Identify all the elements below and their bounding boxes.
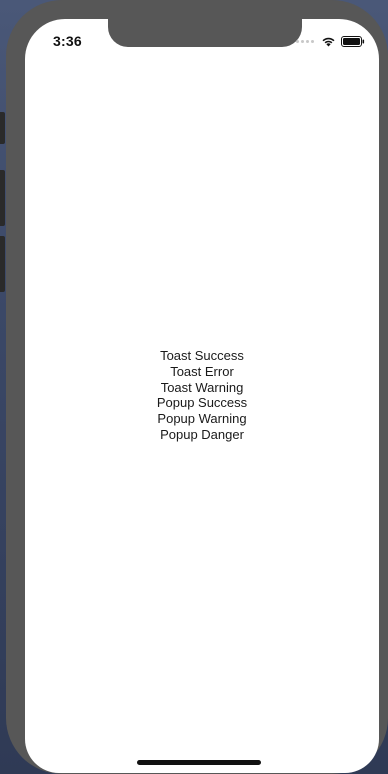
battery-icon <box>341 36 365 47</box>
action-menu: Toast Success Toast Error Toast Warning … <box>25 348 379 443</box>
popup-danger-button[interactable]: Popup Danger <box>25 427 379 443</box>
toast-success-button[interactable]: Toast Success <box>25 348 379 364</box>
app-screen: 3:36 Toast Success Toast Error Toast War… <box>25 19 379 773</box>
toast-error-button[interactable]: Toast Error <box>25 364 379 380</box>
wifi-icon <box>322 37 335 47</box>
cellular-signal-icon <box>296 40 314 43</box>
toast-warning-button[interactable]: Toast Warning <box>25 380 379 396</box>
popup-warning-button[interactable]: Popup Warning <box>25 411 379 427</box>
mute-switch <box>0 112 5 144</box>
device-notch <box>108 19 302 47</box>
popup-success-button[interactable]: Popup Success <box>25 395 379 411</box>
status-time: 3:36 <box>53 33 82 49</box>
volume-up-button <box>0 170 5 226</box>
home-indicator[interactable] <box>137 760 261 765</box>
volume-down-button <box>0 236 5 292</box>
status-indicators <box>296 36 365 47</box>
device-frame: 3:36 Toast Success Toast Error Toast War… <box>6 0 388 774</box>
